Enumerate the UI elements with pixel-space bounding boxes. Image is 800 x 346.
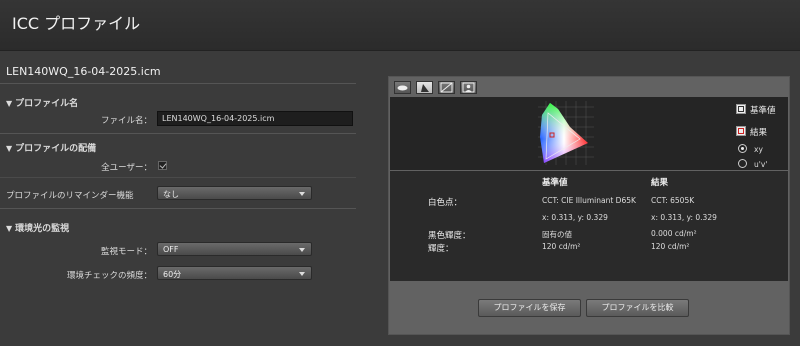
divider: [0, 83, 356, 84]
reference-legend-icon: [736, 104, 746, 114]
colorspace-radio-xy[interactable]: [738, 144, 747, 153]
view-tab-3d[interactable]: [394, 81, 411, 94]
collapse-triangle-icon: ▼: [6, 99, 13, 108]
view-toolbar: [394, 81, 479, 95]
window-title: ICC プロファイル: [12, 14, 141, 33]
row-label-white-point: 白色点：: [428, 198, 463, 208]
filename-field[interactable]: LEN140WQ_16-04-2025.icm: [157, 111, 353, 126]
section-title: 環境光の監視: [15, 224, 70, 234]
all-users-label: 全ユーザー：: [101, 163, 152, 173]
section-ambient-light[interactable]: ▼ 環境光の監視: [6, 221, 69, 234]
view-tab-tone-curve[interactable]: [437, 81, 455, 94]
compare-profile-button[interactable]: プロファイルを比較: [586, 299, 689, 317]
monitor-mode-select[interactable]: OFF: [157, 242, 312, 256]
reference-legend-label: 基準値: [750, 106, 776, 116]
person-icon: [462, 82, 475, 93]
tone-curve-icon: [440, 82, 453, 93]
result-legend-icon: [736, 126, 746, 136]
colorspace-radio-xy-label: xy: [754, 145, 763, 154]
check-frequency-label: 環境チェックの頻度：: [66, 271, 152, 281]
main-content: LEN140WQ_16-04-2025.icm ▼ プロファイル名 ファイル名： …: [0, 51, 800, 346]
view-tab-chromaticity[interactable]: [415, 81, 433, 94]
check-frequency-value: 60分: [163, 270, 182, 279]
section-title: プロファイルの配備: [15, 144, 97, 154]
chromaticity-diagram: [538, 101, 594, 165]
luminance-result: 120 cd/m²: [651, 242, 690, 251]
collapse-triangle-icon: ▼: [6, 224, 13, 233]
view-tab-info[interactable]: [459, 81, 477, 94]
black-luminance-reference: 固有の値: [542, 230, 572, 239]
gamut-3d-icon: [397, 85, 408, 91]
white-point-reference-xy: x: 0.313, y: 0.329: [542, 213, 608, 222]
section-profile-distribution[interactable]: ▼ プロファイルの配備: [6, 141, 96, 154]
section-profile-name[interactable]: ▼ プロファイル名: [6, 96, 78, 109]
section-title: プロファイル名: [15, 99, 79, 109]
row-label-black-luminance: 黒色輝度：: [428, 231, 471, 241]
monitor-mode-label: 監視モード：: [100, 247, 152, 257]
title-bar: ICC プロファイル: [0, 0, 800, 51]
save-profile-button[interactable]: プロファイルを保存: [478, 299, 581, 317]
column-header-reference: 基準値: [542, 178, 568, 188]
chromaticity-view: 基準値 結果 xy u'v': [390, 97, 788, 170]
chromaticity-icon: [420, 84, 429, 92]
luminance-reference: 120 cd/m²: [542, 242, 581, 251]
check-frequency-select[interactable]: 60分: [157, 266, 312, 280]
collapse-triangle-icon: ▼: [6, 144, 13, 153]
all-users-checkbox[interactable]: [158, 161, 167, 170]
monitor-mode-value: OFF: [163, 245, 179, 254]
white-point-result-xy: x: 0.313, y: 0.329: [651, 213, 717, 222]
colorspace-radio-uv[interactable]: [738, 159, 747, 168]
column-header-result: 結果: [651, 178, 669, 188]
profile-filename: LEN140WQ_16-04-2025.icm: [6, 65, 161, 78]
row-label-luminance: 輝度：: [428, 244, 454, 254]
filename-label: ファイル名：: [100, 116, 152, 126]
divider: [0, 177, 356, 178]
black-luminance-result: 0.000 cd/m²: [651, 229, 697, 238]
chevron-down-icon: [299, 248, 305, 252]
profile-data-table: 基準値 結果 白色点： CCT: CIE Illuminant D65K CCT…: [390, 171, 788, 281]
divider: [0, 208, 356, 209]
white-point-result-cct: CCT: 6505K: [651, 196, 695, 205]
white-point-reference-cct: CCT: CIE Illuminant D65K: [542, 196, 636, 205]
result-legend-label: 結果: [750, 128, 768, 138]
divider: [0, 133, 356, 134]
chevron-down-icon: [299, 192, 305, 196]
colorspace-radio-uv-label: u'v': [754, 160, 768, 169]
reminder-select[interactable]: なし: [157, 186, 312, 200]
chevron-down-icon: [299, 272, 305, 276]
reminder-value: なし: [163, 190, 179, 199]
reminder-label: プロファイルのリマインダー機能: [6, 191, 134, 201]
profile-viewer-panel: 基準値 結果 xy u'v' 基準値 結果 白色点： CCT: CIE Illu…: [388, 76, 790, 335]
